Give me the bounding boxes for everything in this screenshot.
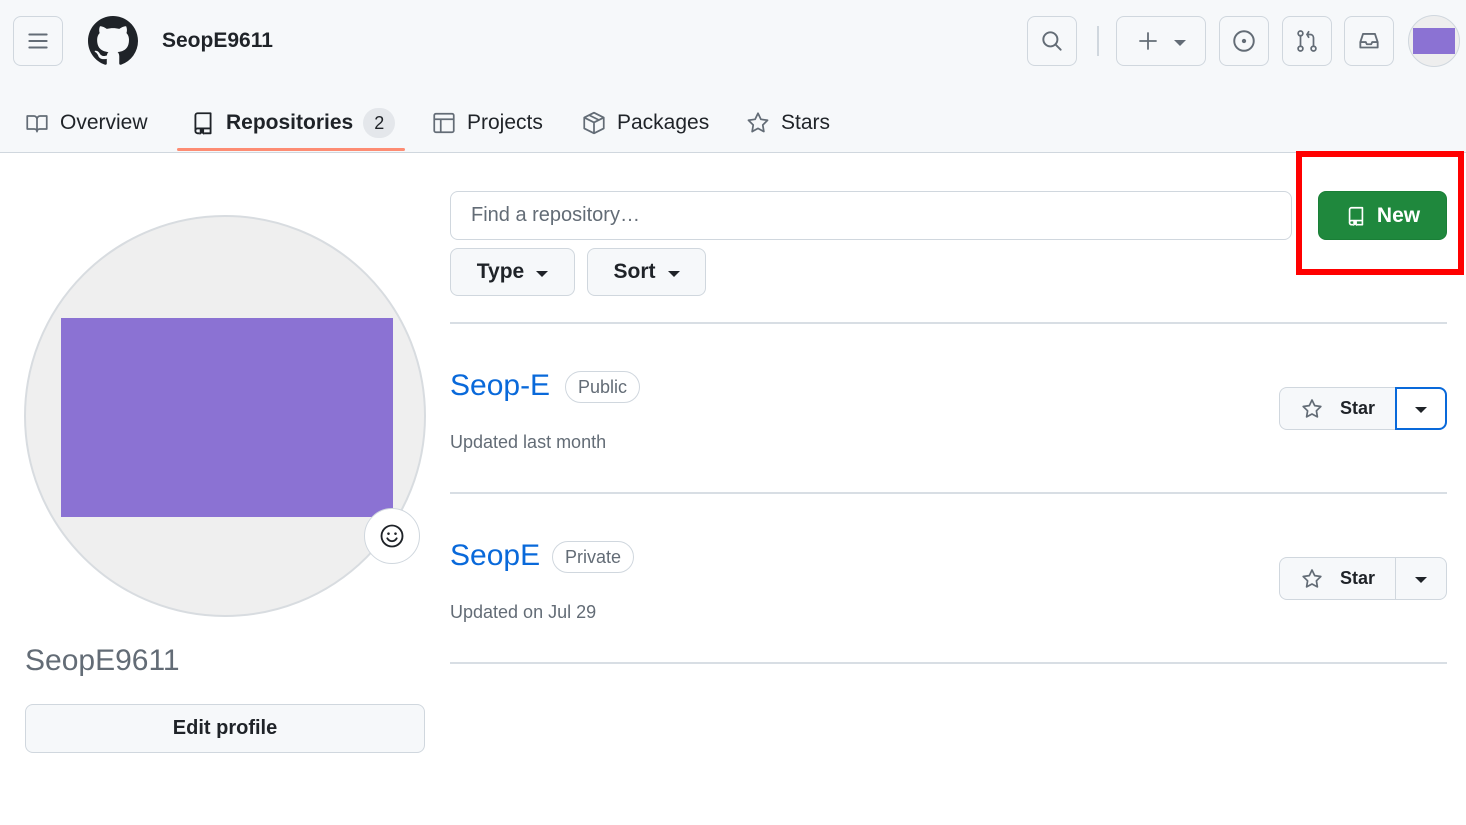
divider [450,322,1447,324]
type-filter-button[interactable]: Type [450,248,575,296]
header-username[interactable]: SeopE9611 [162,29,273,53]
find-repository-input[interactable] [450,191,1292,240]
header-divider [1097,26,1099,56]
star-list-dropdown[interactable] [1395,557,1447,600]
selected-tab-indicator [177,148,405,151]
hamburger-icon [28,33,48,49]
avatar-image [1413,28,1455,54]
inbox-icon [1359,33,1379,49]
tab-overview[interactable]: Overview [24,92,148,153]
avatar-image [61,318,393,517]
table-icon [433,112,455,133]
tab-label: Overview [60,110,148,134]
search-button[interactable] [1027,16,1077,66]
visibility-badge: Public [565,371,641,403]
star-list-dropdown[interactable] [1395,387,1447,430]
repo-link[interactable]: Seop-E [450,369,550,403]
issues-button[interactable] [1219,16,1269,66]
github-logo-icon[interactable] [88,16,138,66]
star-icon [1302,398,1322,418]
repo-icon [1348,206,1364,226]
star-label: Star [1339,568,1375,588]
caret-down-icon [1174,39,1186,46]
star-label: Star [1339,398,1375,418]
divider [450,492,1447,494]
sort-button[interactable]: Sort [587,248,706,296]
star-button-group: Star [1279,557,1447,600]
create-new-button[interactable] [1116,16,1206,66]
repo-count-badge: 2 [363,107,396,138]
star-icon [747,111,769,132]
new-button-label: New [1376,203,1421,227]
book-icon [26,114,48,133]
star-button[interactable]: Star [1279,387,1395,430]
star-button[interactable]: Star [1279,557,1395,600]
caret-down-icon [536,270,549,277]
plus-icon [1139,32,1157,50]
profile-tabs: Overview Repositories 2 Projects Package… [0,92,1466,153]
caret-down-icon [667,270,680,277]
new-repository-button[interactable]: New [1318,191,1447,240]
tab-label: Packages [617,110,710,134]
repo-link[interactable]: SeopE [450,539,540,573]
divider [450,662,1447,664]
git-pull-request-icon [1297,30,1317,52]
tab-packages[interactable]: Packages [581,92,709,153]
search-icon [1042,31,1062,51]
set-status-button[interactable] [364,508,420,564]
pull-requests-button[interactable] [1282,16,1332,66]
inbox-button[interactable] [1344,16,1394,66]
tab-repositories[interactable]: Repositories 2 [190,92,396,153]
issue-opened-icon [1233,30,1255,52]
app-header: SeopE9611 Overview Repositories 2 Projec… [0,0,1466,153]
type-filter-label: Type [476,260,525,283]
menu-button[interactable] [13,16,63,66]
star-button-group: Star [1279,387,1447,430]
repo-updated-text: Updated last month [450,432,607,452]
caret-down-icon [1415,577,1427,583]
tab-stars[interactable]: Stars [745,92,830,153]
sort-label: Sort [613,260,656,283]
edit-profile-button[interactable]: Edit profile [25,704,425,753]
visibility-badge: Private [552,541,635,573]
profile-avatar[interactable] [24,215,426,617]
smiley-icon [380,524,404,548]
caret-down-icon [1415,407,1427,413]
tab-label: Stars [781,110,831,134]
package-icon [583,111,605,134]
repo-updated-text: Updated on Jul 29 [450,602,597,622]
repo-icon [194,111,212,135]
tab-label: Repositories [226,110,354,134]
tab-projects[interactable]: Projects [431,92,543,153]
tab-label: Projects [467,110,543,134]
profile-username: SeopE9611 [25,644,180,677]
star-icon [1302,568,1322,588]
user-avatar[interactable] [1408,15,1460,67]
